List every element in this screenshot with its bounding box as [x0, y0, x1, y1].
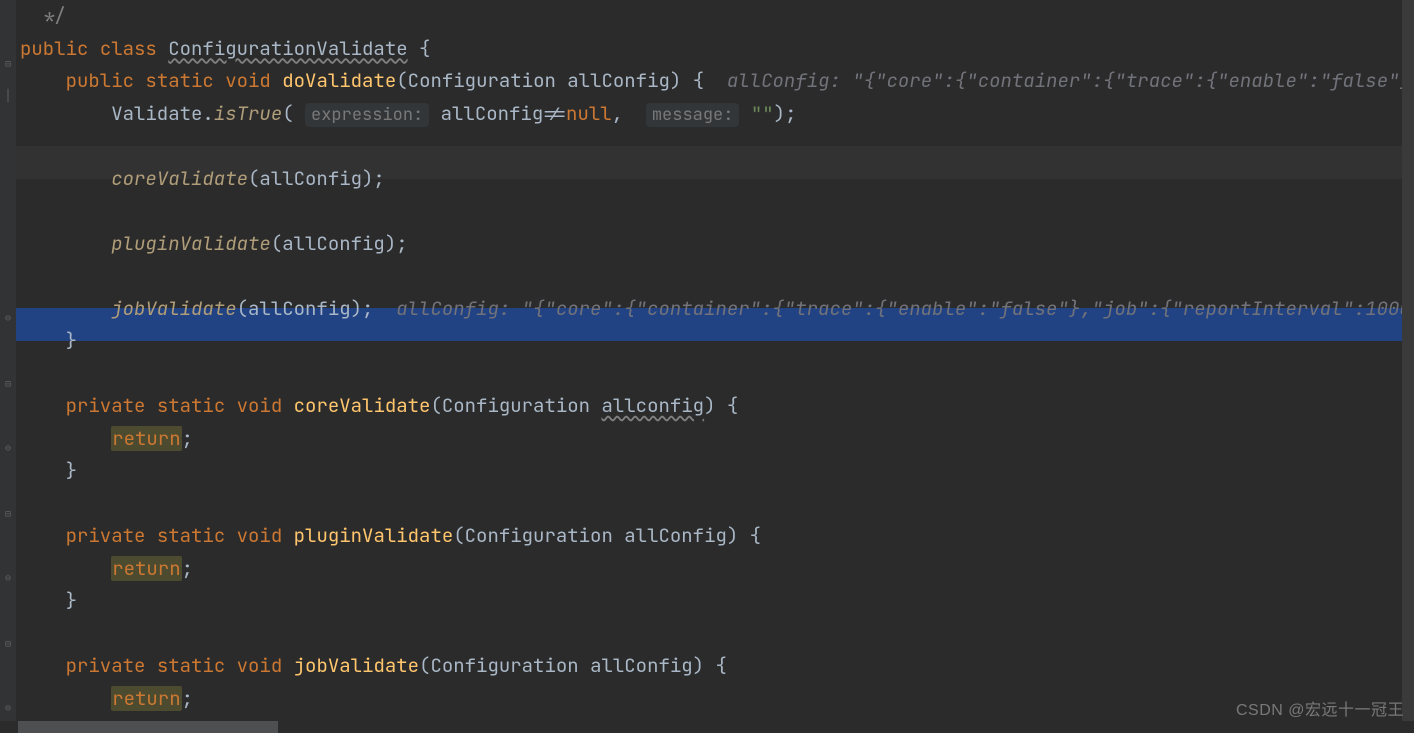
code-editor[interactable]: ⊟ │ ⊖ ⊟ ⊖ ⊟ ⊖ ⊟ ⊖ */ public class Config…	[0, 0, 1414, 733]
code-line[interactable]: pluginValidate(allConfig);	[20, 228, 1414, 261]
scrollbar-thumb[interactable]	[18, 721, 278, 733]
code-line[interactable]: jobValidate(allConfig); allConfig: "{"co…	[20, 293, 1414, 326]
code-line[interactable]	[20, 195, 1414, 228]
code-line[interactable]: private static void pluginValidate(Confi…	[20, 520, 1414, 553]
code-line[interactable]	[20, 618, 1414, 651]
code-area[interactable]: */ public class ConfigurationValidate { …	[16, 0, 1414, 733]
code-line[interactable]: private static void jobValidate(Configur…	[20, 650, 1414, 683]
code-line[interactable]: private static void coreValidate(Configu…	[20, 390, 1414, 423]
vertical-scrollbar[interactable]	[1402, 0, 1414, 733]
code-line[interactable]: }	[20, 455, 1414, 488]
code-line[interactable]	[20, 358, 1414, 391]
inlay-hint: allConfig: "{"core":{"container":{"trace…	[373, 296, 1414, 321]
horizontal-scrollbar[interactable]	[0, 721, 1414, 733]
code-line[interactable]: */	[20, 0, 1414, 33]
code-line[interactable]: Validate.isTrue( expression: allConfig!=…	[20, 98, 1414, 131]
editor-gutter[interactable]: ⊟ │ ⊖ ⊟ ⊖ ⊟ ⊖ ⊟ ⊖	[0, 0, 16, 733]
code-line[interactable]	[20, 488, 1414, 521]
code-line[interactable]: coreValidate(allConfig);	[20, 163, 1414, 196]
inlay-hint: allConfig: "{"core":{"container":{"trace…	[704, 68, 1414, 93]
param-hint: message:	[646, 103, 740, 127]
param-hint: expression:	[305, 103, 429, 127]
code-line[interactable]: }	[20, 585, 1414, 618]
code-line[interactable]: public class ConfigurationValidate {	[20, 33, 1414, 66]
code-line[interactable]: return;	[20, 553, 1414, 586]
class-name: ConfigurationValidate	[168, 36, 407, 61]
code-line[interactable]: return;	[20, 423, 1414, 456]
code-line[interactable]: }	[20, 325, 1414, 358]
code-line[interactable]: public static void doValidate(Configurat…	[20, 65, 1414, 98]
code-line[interactable]	[20, 130, 1414, 163]
code-line[interactable]: return;	[20, 683, 1414, 716]
code-line[interactable]	[20, 260, 1414, 293]
